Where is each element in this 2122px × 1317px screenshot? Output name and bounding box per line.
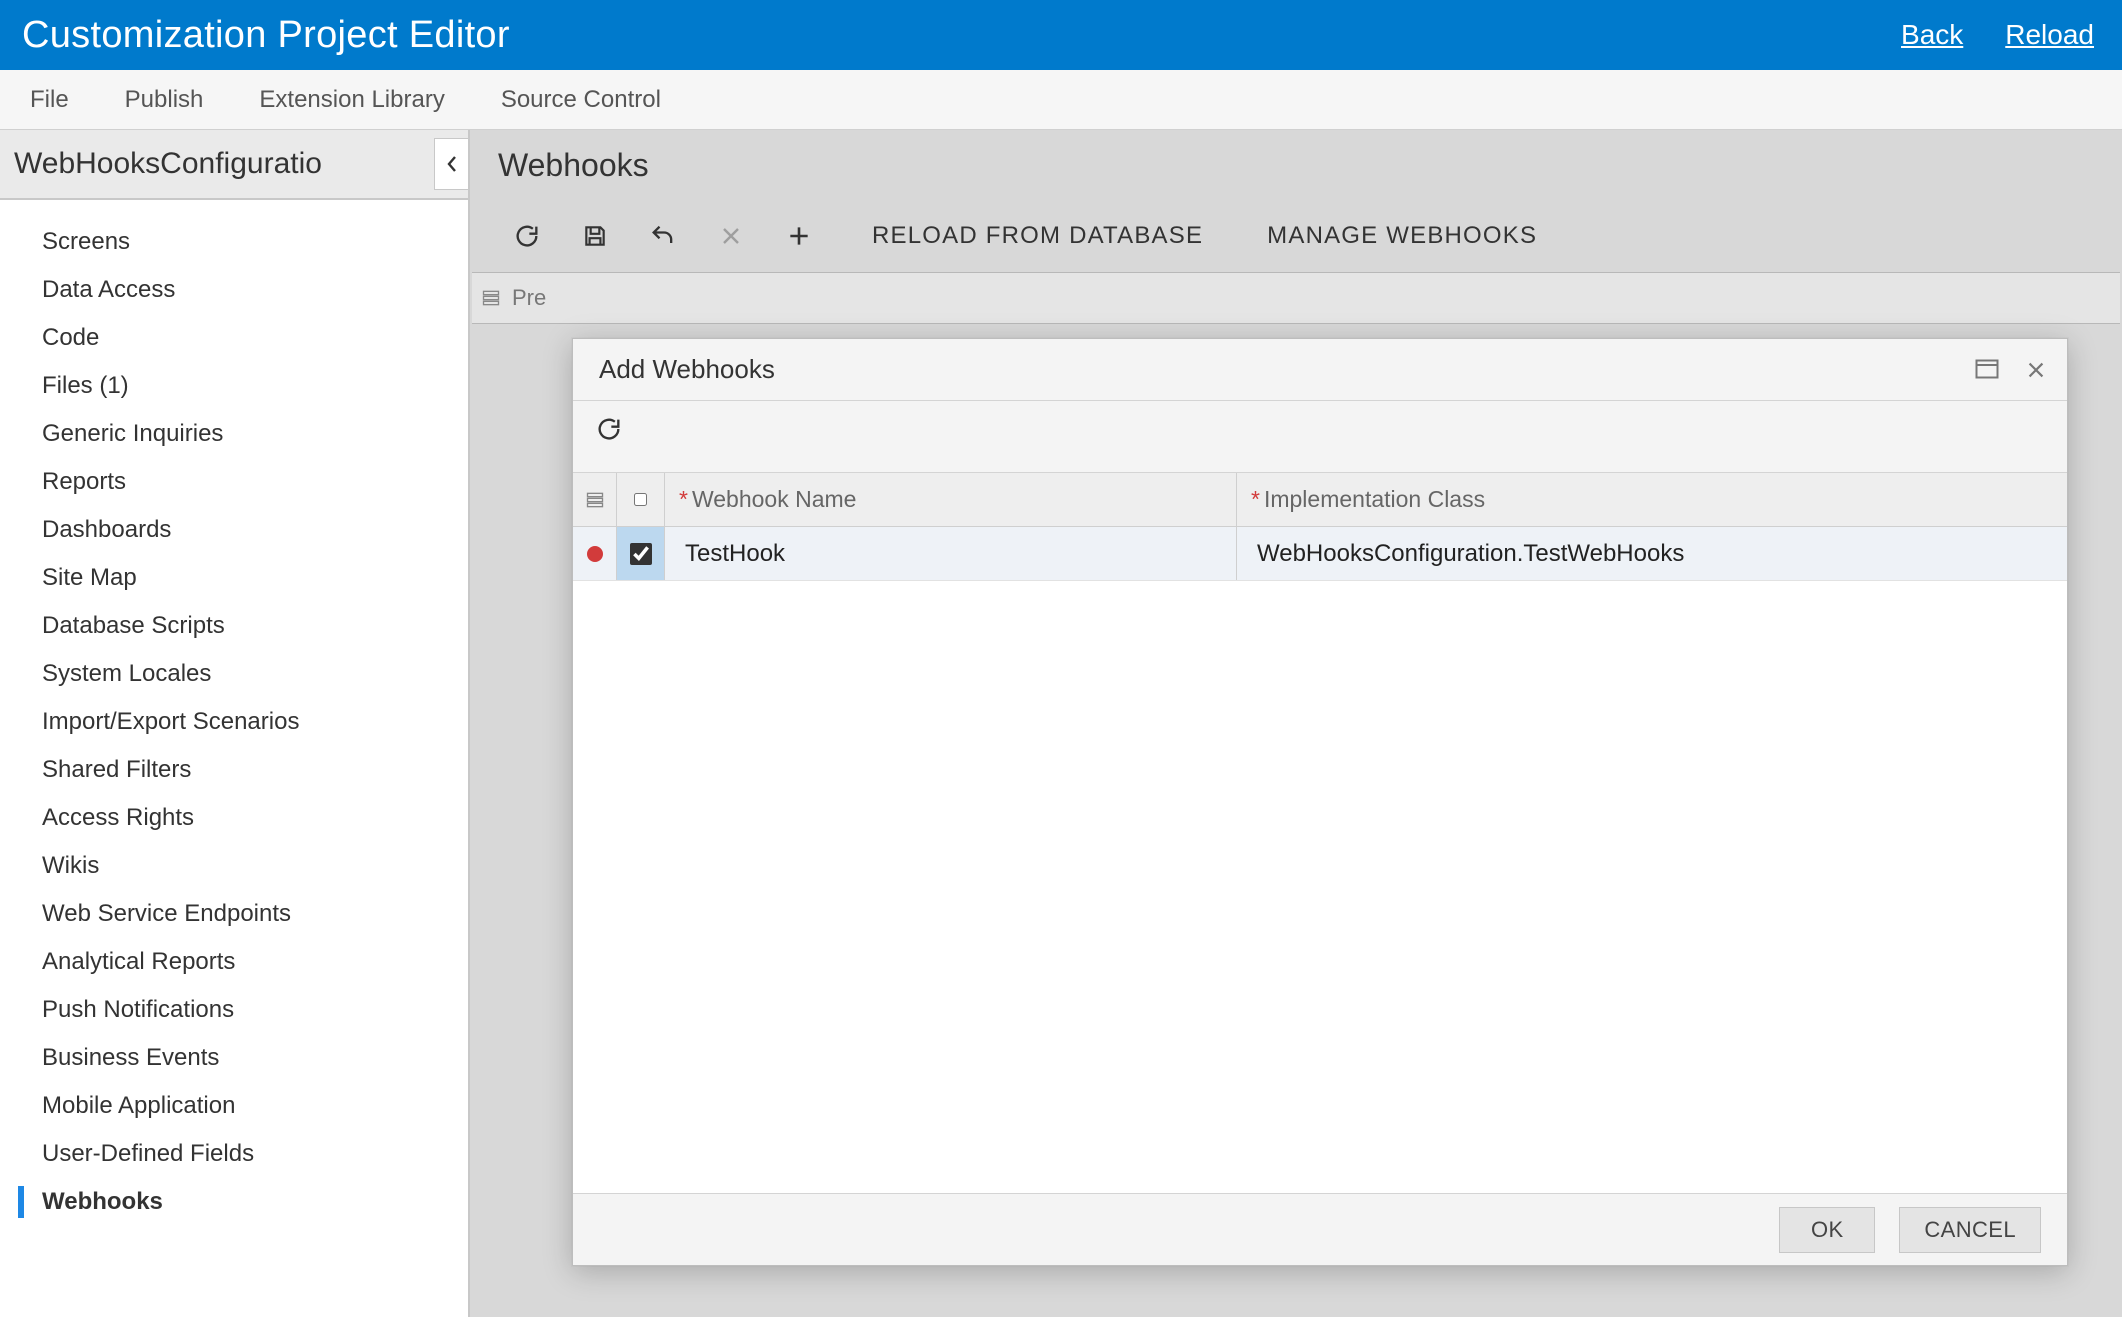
sidebar-item-generic-inquiries[interactable]: Generic Inquiries — [0, 410, 468, 458]
top-header: Customization Project Editor Back Reload — [0, 0, 2122, 70]
sidebar-item-access-rights[interactable]: Access Rights — [0, 794, 468, 842]
menu-file[interactable]: File — [30, 86, 69, 114]
menu-publish[interactable]: Publish — [125, 86, 204, 114]
dialog-titlebar: Add Webhooks — [573, 339, 2067, 401]
dialog-toolbar — [573, 401, 2067, 473]
select-all-checkbox[interactable] — [634, 493, 647, 506]
sidebar-item-web-service-endpoints[interactable]: Web Service Endpoints — [0, 890, 468, 938]
menu-source-control[interactable]: Source Control — [501, 86, 661, 114]
sidebar-item-push-notifications[interactable]: Push Notifications — [0, 986, 468, 1034]
sidebar-item-database-scripts[interactable]: Database Scripts — [0, 602, 468, 650]
sidebar-item-data-access[interactable]: Data Access — [0, 266, 468, 314]
refresh-icon — [513, 222, 541, 250]
dialog-footer: OK CANCEL — [573, 1193, 2067, 1265]
dialog-grid-header: * Webhook Name * Implementation Class — [573, 473, 2067, 527]
content-toolbar: RELOAD FROM DATABASE MANAGE WEBHOOKS — [470, 200, 2122, 272]
sidebar-item-analytical-reports[interactable]: Analytical Reports — [0, 938, 468, 986]
app-title: Customization Project Editor — [22, 14, 510, 57]
content-title: Webhooks — [470, 130, 2122, 200]
dialog-grid-body: TestHookWebHooksConfiguration.TestWebHoo… — [573, 527, 2067, 1193]
unsaved-indicator-icon — [587, 546, 603, 562]
required-asterisk: * — [1251, 486, 1260, 513]
sidebar-list: ScreensData AccessCodeFiles (1)Generic I… — [0, 200, 468, 1226]
sidebar-item-wikis[interactable]: Wikis — [0, 842, 468, 890]
project-name: WebHooksConfiguratio — [14, 147, 322, 181]
sidebar-item-site-map[interactable]: Site Map — [0, 554, 468, 602]
dialog-window-controls — [1975, 359, 2047, 381]
required-asterisk: * — [679, 486, 688, 513]
close-icon — [719, 224, 743, 248]
menu-bar: File Publish Extension Library Source Co… — [0, 70, 2122, 130]
sidebar-item-user-defined-fields[interactable]: User-Defined Fields — [0, 1130, 468, 1178]
caret-left-icon — [446, 155, 458, 173]
sidebar-collapse-button[interactable] — [434, 138, 468, 190]
back-link[interactable]: Back — [1901, 19, 1963, 51]
close-icon — [2025, 359, 2047, 381]
col-header-webhook-name[interactable]: * Webhook Name — [665, 473, 1237, 526]
sidebar-item-business-events[interactable]: Business Events — [0, 1034, 468, 1082]
cancel-button[interactable]: CANCEL — [1899, 1207, 2041, 1253]
sidebar-item-dashboards[interactable]: Dashboards — [0, 506, 468, 554]
sidebar-item-files-1[interactable]: Files (1) — [0, 362, 468, 410]
row-options-header[interactable] — [573, 473, 617, 526]
dialog-title: Add Webhooks — [599, 354, 775, 385]
save-button[interactable] — [566, 212, 624, 260]
row-status-cell — [573, 527, 617, 580]
save-icon — [582, 223, 608, 249]
add-webhooks-dialog: Add Webhooks * Webhook Name * Implementa — [572, 338, 2068, 1266]
maximize-icon — [1975, 359, 1999, 379]
row-select-cell[interactable] — [617, 527, 665, 580]
sidebar-item-code[interactable]: Code — [0, 314, 468, 362]
sidebar-item-mobile-application[interactable]: Mobile Application — [0, 1082, 468, 1130]
background-grid-header: Pre — [472, 272, 2120, 324]
dialog-refresh-button[interactable] — [595, 415, 647, 459]
plus-icon — [786, 223, 812, 249]
table-row[interactable]: TestHookWebHooksConfiguration.TestWebHoo… — [573, 527, 2067, 581]
col-header-impl-class[interactable]: * Implementation Class — [1237, 473, 2067, 526]
sidebar-item-reports[interactable]: Reports — [0, 458, 468, 506]
row-options-icon — [480, 287, 502, 309]
refresh-icon — [595, 415, 623, 443]
row-checkbox[interactable] — [630, 543, 652, 565]
row-options-icon — [585, 490, 605, 510]
select-all-header[interactable] — [617, 473, 665, 526]
sidebar-header: WebHooksConfiguratio — [0, 130, 468, 200]
col-header-impl-label: Implementation Class — [1264, 486, 1485, 513]
sidebar: WebHooksConfiguratio ScreensData AccessC… — [0, 130, 470, 1317]
ok-button[interactable]: OK — [1779, 1207, 1875, 1253]
manage-webhooks-button[interactable]: MANAGE WEBHOOKS — [1267, 222, 1537, 250]
reload-link[interactable]: Reload — [2005, 19, 2094, 51]
cell-webhook-name[interactable]: TestHook — [665, 527, 1237, 580]
delete-button — [702, 212, 760, 260]
dialog-close-button[interactable] — [2025, 359, 2047, 381]
dialog-maximize-button[interactable] — [1975, 359, 1999, 381]
menu-extension-library[interactable]: Extension Library — [259, 86, 444, 114]
sidebar-item-screens[interactable]: Screens — [0, 218, 468, 266]
sidebar-item-import-export-scenarios[interactable]: Import/Export Scenarios — [0, 698, 468, 746]
refresh-button[interactable] — [498, 212, 556, 260]
col-header-name-label: Webhook Name — [692, 486, 857, 513]
undo-icon — [649, 222, 677, 250]
sidebar-item-webhooks[interactable]: Webhooks — [0, 1178, 468, 1226]
add-button[interactable] — [770, 212, 828, 260]
cell-implementation-class[interactable]: WebHooksConfiguration.TestWebHooks — [1237, 527, 2067, 580]
header-links: Back Reload — [1901, 19, 2094, 51]
background-col-label: Pre — [512, 285, 546, 311]
sidebar-item-system-locales[interactable]: System Locales — [0, 650, 468, 698]
reload-from-db-button[interactable]: RELOAD FROM DATABASE — [872, 222, 1203, 250]
undo-button[interactable] — [634, 212, 692, 260]
sidebar-item-shared-filters[interactable]: Shared Filters — [0, 746, 468, 794]
